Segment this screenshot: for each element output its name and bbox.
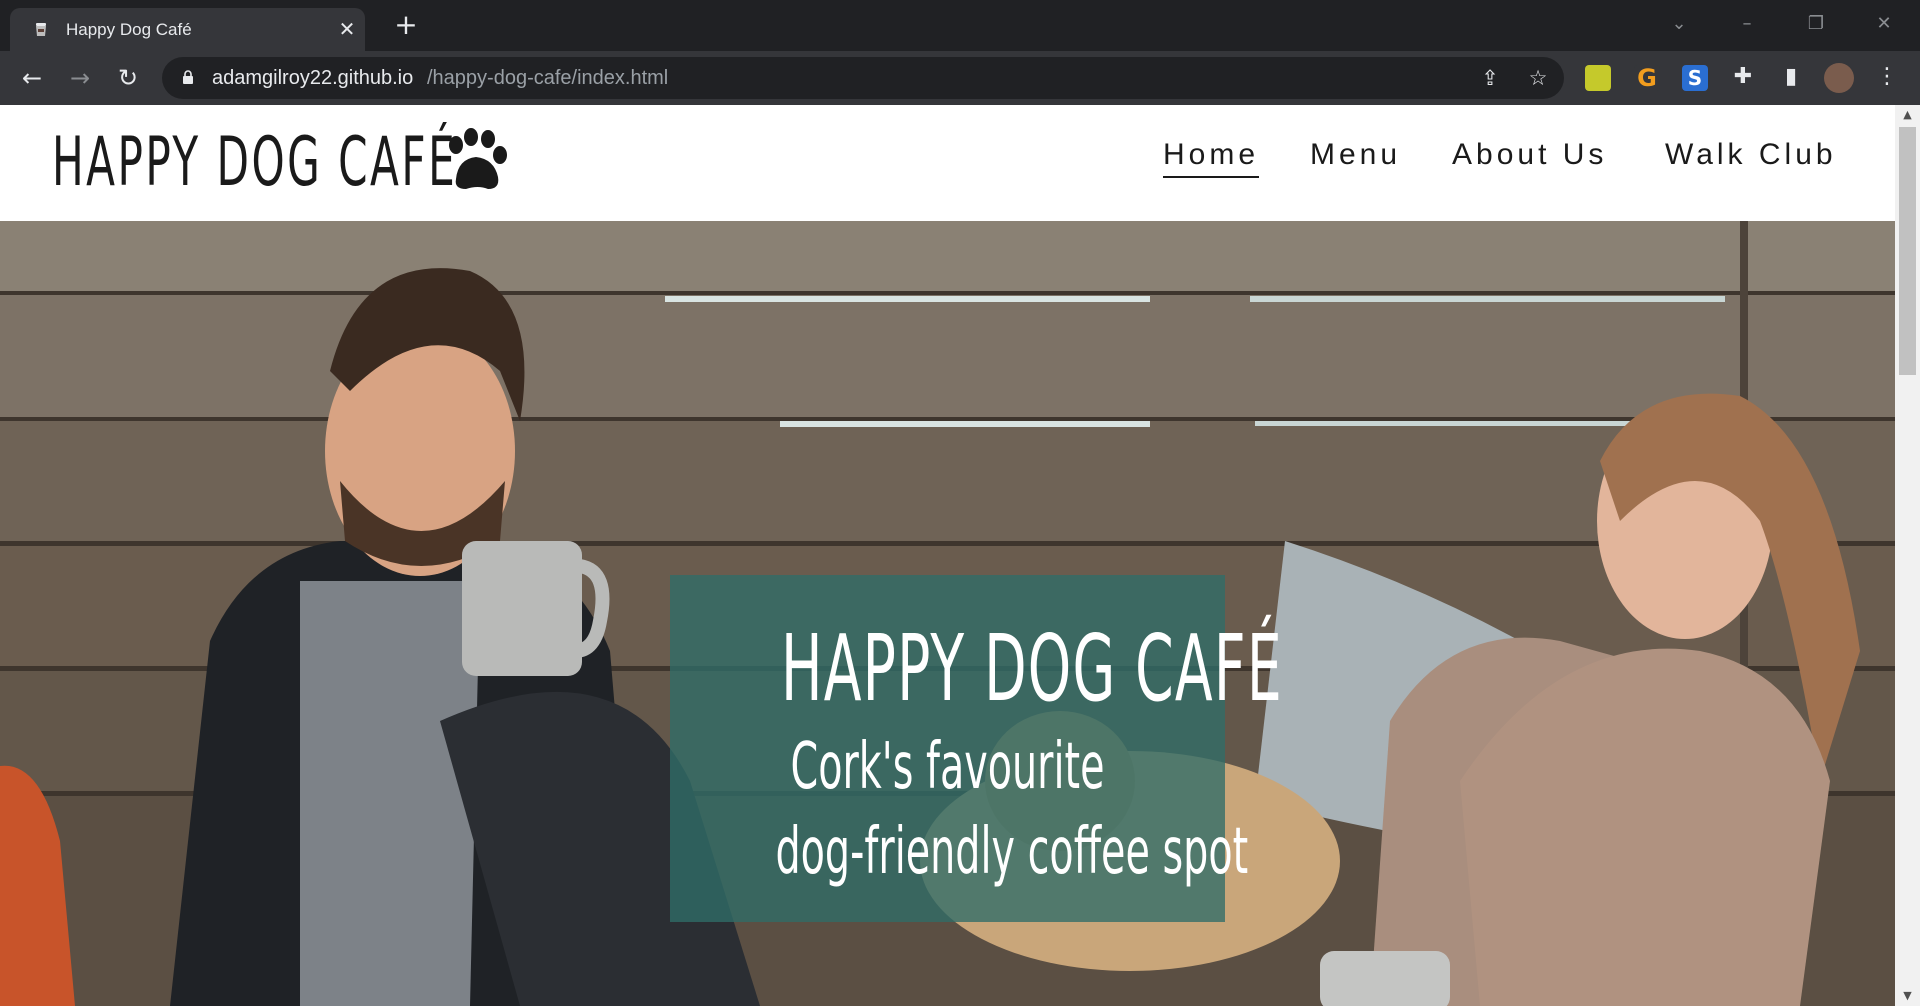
extension-orange-g-icon[interactable]: G: [1634, 65, 1660, 91]
hero-section: HAPPY DOG CAFÉ Cork's favourite dog-frie…: [0, 221, 1895, 1006]
url-host: adamgilroy22.github.io: [212, 67, 414, 89]
site-logo-text[interactable]: HAPPY DOG CAFÉ: [52, 123, 457, 202]
web-page: HAPPY DOG CAFÉ Home Menu About Us Walk C…: [0, 105, 1895, 1006]
scrollbar-thumb[interactable]: [1899, 127, 1916, 375]
extensions-puzzle-icon[interactable]: ✚: [1729, 63, 1757, 91]
side-panel-icon[interactable]: ▮: [1777, 63, 1805, 91]
tab-title: Happy Dog Café: [66, 20, 192, 39]
nav-menu-link[interactable]: Menu: [1310, 138, 1401, 172]
close-window-icon[interactable]: ✕: [1866, 6, 1902, 42]
browser-toolbar: ← → ↻ adamgilroy22.github.io /happy-dog-…: [0, 51, 1920, 105]
hero-tagline-line-2: dog-friendly coffee spot: [775, 815, 1249, 889]
browser-tab[interactable]: Happy Dog Café ✕: [10, 8, 365, 51]
nav-home-link[interactable]: Home: [1163, 138, 1260, 178]
bookmark-star-icon[interactable]: ☆: [1526, 66, 1550, 90]
back-icon[interactable]: ←: [16, 62, 48, 94]
hero-overlay-box: HAPPY DOG CAFÉ Cork's favourite dog-frie…: [670, 575, 1283, 922]
extension-green-icon[interactable]: [1585, 65, 1611, 91]
tab-search-icon[interactable]: ⌄: [1661, 6, 1697, 42]
browser-tab-bar: Happy Dog Café ✕ + ⌄ – ❐ ✕: [0, 0, 1920, 51]
nav-walk-club-link[interactable]: Walk Club: [1665, 138, 1837, 172]
minimize-icon[interactable]: –: [1729, 6, 1765, 42]
lock-icon[interactable]: [182, 70, 194, 84]
page-scrollbar[interactable]: ▲ ▼: [1895, 105, 1920, 1006]
hero-tagline-line-1: Cork's favourite: [790, 730, 1105, 804]
forward-icon[interactable]: →: [64, 62, 96, 94]
coffee-cup-favicon-icon: [36, 23, 46, 36]
new-tab-icon[interactable]: +: [392, 11, 420, 40]
reload-icon[interactable]: ↻: [112, 62, 144, 94]
close-tab-icon[interactable]: ✕: [336, 18, 358, 40]
nav-about-us-link[interactable]: About Us: [1452, 138, 1607, 172]
extension-blue-s-icon[interactable]: S: [1682, 65, 1708, 91]
share-icon[interactable]: ⇪: [1478, 66, 1502, 90]
paw-print-icon[interactable]: [438, 127, 510, 199]
site-header: HAPPY DOG CAFÉ Home Menu About Us Walk C…: [0, 105, 1895, 221]
restore-icon[interactable]: ❐: [1798, 6, 1834, 42]
chrome-menu-icon[interactable]: ⋮: [1873, 63, 1901, 91]
scroll-up-arrow-icon[interactable]: ▲: [1895, 105, 1920, 125]
address-bar[interactable]: adamgilroy22.github.io /happy-dog-cafe/i…: [162, 57, 1564, 99]
scroll-down-arrow-icon[interactable]: ▼: [1895, 986, 1920, 1006]
url-path: /happy-dog-cafe/index.html: [427, 67, 669, 89]
profile-avatar[interactable]: [1824, 63, 1854, 93]
hero-title: HAPPY DOG CAFÉ: [781, 615, 1283, 722]
